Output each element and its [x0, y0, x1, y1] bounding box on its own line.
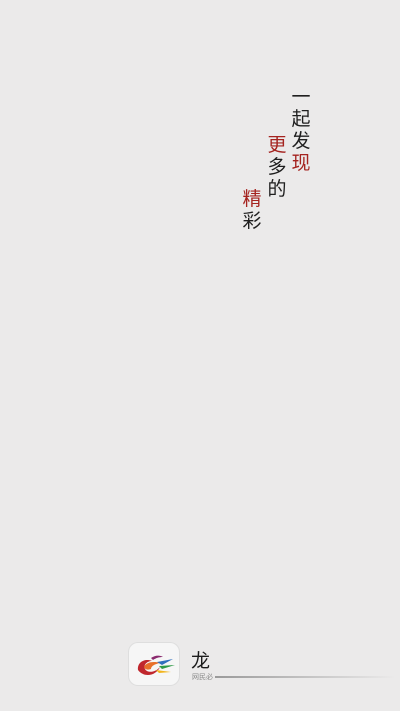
slogan-char: 起 — [291, 108, 311, 130]
slogan-column-3: 精 彩 — [240, 190, 264, 234]
slogan-column-2: 更 多 的 — [265, 136, 289, 202]
tagline-divider — [215, 676, 395, 678]
slogan-char: 一 — [291, 86, 311, 108]
slogan-char-highlight: 现 — [291, 152, 311, 174]
slogan-column-1: 一 起 发 现 — [289, 88, 313, 176]
slogan-char: 的 — [267, 178, 287, 200]
brand-tagline: 网民必 — [192, 673, 213, 681]
slogan-char-highlight: 更 — [267, 134, 287, 156]
slogan-char: 彩 — [242, 210, 262, 232]
slogan-char-highlight: 精 — [242, 188, 262, 210]
slogan-char: 发 — [291, 130, 311, 152]
splash-screen: 一 起 发 现 更 多 的 精 彩 龙 网民必 — [0, 0, 400, 711]
slogan-char: 多 — [267, 156, 287, 178]
brand-footer: 龙 网民必 — [129, 643, 400, 687]
app-logo-icon — [129, 643, 179, 685]
brand-name: 龙 — [191, 650, 211, 672]
